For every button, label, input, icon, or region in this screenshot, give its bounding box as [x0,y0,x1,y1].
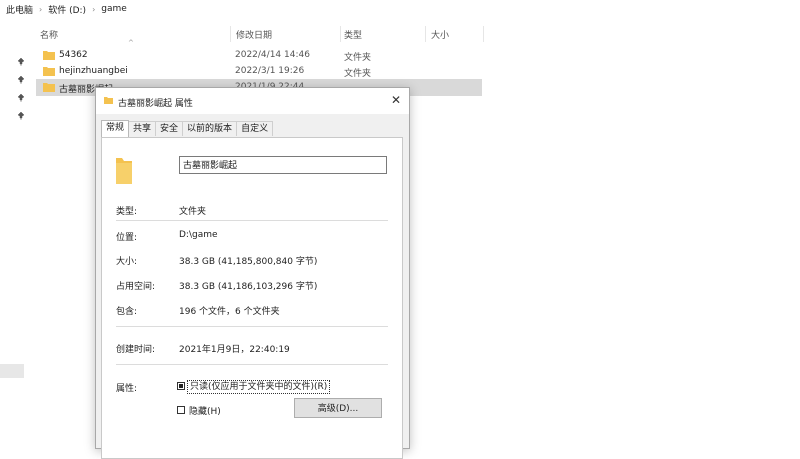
pin-icon[interactable] [17,76,25,84]
folder-icon [43,83,55,92]
properties-dialog: 古墓丽影崛起 属性 ✕ 常规 共享 安全 以前的版本 自定义 古墓丽影崛起 类型… [95,87,410,459]
contains-label: 包含: [116,307,138,317]
column-divider[interactable] [340,26,341,42]
list-item[interactable]: 54362 2022/4/14 14:46 文件夹 [36,47,482,64]
advanced-button[interactable]: 高级(D)... [294,398,382,418]
tab-customize[interactable]: 自定义 [236,121,274,136]
readonly-label[interactable]: 只读(仅应用于文件夹中的文件)(R) [187,380,331,394]
pin-icon[interactable] [17,58,25,66]
column-divider[interactable] [483,26,484,42]
column-divider[interactable] [425,26,426,42]
size-value: 38.3 GB (41,185,800,840 字节) [179,257,318,267]
file-type: 文件夹 [344,53,372,63]
folder-icon [116,158,132,184]
dialog-title: 古墓丽影崛起 属性 [118,99,193,109]
readonly-checkbox[interactable] [177,382,185,390]
divider [116,326,388,327]
chevron-right-icon: › [39,4,43,14]
folder-icon [43,51,55,60]
contains-value: 196 个文件，6 个文件夹 [179,307,280,317]
created-value: 2021年1月9日，22:40:19 [179,345,290,355]
column-divider[interactable] [230,26,231,42]
tab-security[interactable]: 安全 [155,121,184,136]
tab-sharing[interactable]: 共享 [128,121,157,136]
breadcrumb: 此电脑 › 软件 (D:) › game [0,0,800,18]
file-date: 2022/4/14 14:46 [235,50,310,60]
column-date[interactable]: 修改日期 [236,28,272,41]
pin-icon[interactable] [17,94,25,102]
type-label: 类型: [116,207,138,217]
breadcrumb-item-drive[interactable]: 软件 (D:) [48,3,86,16]
type-value: 文件夹 [179,207,207,217]
hidden-checkbox[interactable] [177,406,185,414]
file-type: 文件夹 [344,69,372,79]
size-label: 大小: [116,257,138,267]
folder-icon [43,67,55,76]
pin-icon[interactable] [17,112,25,120]
file-date: 2022/3/1 19:26 [235,66,305,76]
sort-caret-icon: ^ [128,39,134,47]
chevron-right-icon: › [92,4,96,14]
column-name[interactable]: 名称 [40,28,58,41]
nav-scrollbar[interactable] [0,364,24,378]
breadcrumb-item-this-pc[interactable]: 此电脑 [6,3,33,16]
column-header: ^ 名称 修改日期 类型 大小 [0,22,800,47]
breadcrumb-item-game[interactable]: game [101,4,127,14]
divider [116,364,388,365]
attributes-label: 属性: [116,384,138,394]
column-size[interactable]: 大小 [431,28,449,41]
created-label: 创建时间: [116,345,156,355]
divider [116,220,388,221]
folder-name-input[interactable]: 古墓丽影崛起 [179,156,387,174]
list-item[interactable]: hejinzhuangbei 2022/3/1 19:26 文件夹 [36,63,482,80]
file-name: hejinzhuangbei [59,66,128,76]
column-type[interactable]: 类型 [344,28,362,41]
file-name: 54362 [59,50,88,60]
location-label: 位置: [116,233,138,243]
tab-general[interactable]: 常规 [101,120,130,137]
close-icon[interactable]: ✕ [391,93,401,107]
location-value: D:\game [179,230,218,240]
disk-size-value: 38.3 GB (41,186,103,296 字节) [179,282,318,292]
tab-bar: 常规 共享 安全 以前的版本 自定义 [101,120,274,137]
tab-previous-versions[interactable]: 以前的版本 [182,121,238,136]
dialog-title-bar[interactable]: 古墓丽影崛起 属性 ✕ [96,88,409,114]
disk-size-label: 占用空间: [116,282,156,292]
hidden-label[interactable]: 隐藏(H) [189,404,221,417]
folder-icon [104,97,113,104]
